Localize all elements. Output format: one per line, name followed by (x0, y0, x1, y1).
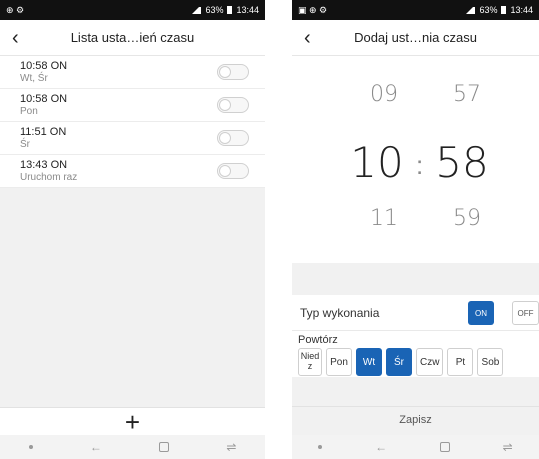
nav-home-icon[interactable] (159, 442, 170, 452)
list-item[interactable]: 11:51 ON Śr (0, 122, 265, 155)
execution-type-label: Typ wykonania (300, 305, 380, 320)
toggle-knob (219, 66, 231, 78)
item-days: Śr (20, 138, 30, 150)
add-bar: + (0, 407, 265, 435)
minute-selected[interactable]: 58 (432, 138, 492, 187)
minute-prev[interactable]: 57 (437, 82, 497, 107)
day-friday[interactable]: Pt (447, 348, 474, 376)
item-time: 13:43 ON (20, 159, 68, 172)
nav-back-icon[interactable]: ← (90, 440, 102, 454)
back-icon[interactable]: ‹ (12, 20, 19, 56)
day-saturday[interactable]: Sob (477, 348, 504, 376)
status-bar: ⊕ ⚙ 63% 13:44 (0, 0, 265, 20)
execution-type-row: Typ wykonania ON OFF (292, 295, 539, 331)
page-title: Lista usta…ień czasu (70, 30, 195, 45)
system-nav-bar: ← ⇌ (0, 435, 265, 459)
list-item[interactable]: 10:58 ON Wt, Śr (0, 56, 265, 89)
signal-icon (466, 6, 476, 14)
off-button[interactable]: OFF (512, 301, 539, 325)
item-days: Pon (20, 105, 38, 117)
status-icons: ▣ ⊕ ⚙ (298, 4, 328, 15)
hour-prev[interactable]: 09 (354, 82, 414, 107)
save-button[interactable]: Zapisz (292, 406, 539, 433)
day-monday[interactable]: Pon (326, 348, 352, 376)
status-bar: ▣ ⊕ ⚙ 63% 13:44 (292, 0, 539, 20)
hour-selected[interactable]: 10 (347, 138, 407, 187)
divider (292, 263, 539, 295)
toggle-knob (219, 132, 231, 144)
hour-next[interactable]: 11 (354, 206, 414, 231)
day-thursday[interactable]: Czw (416, 348, 444, 376)
time-separator: : (416, 150, 424, 180)
app-bar: ‹ Lista usta…ień czasu (0, 20, 265, 56)
weekday-selector: Nied z Pon Wt Śr Czw Pt Sob (298, 348, 533, 376)
status-icons: ⊕ ⚙ (6, 4, 25, 15)
list-item[interactable]: 10:58 ON Pon (0, 89, 265, 122)
status-time: 13:44 (510, 5, 533, 15)
battery-icon (227, 6, 233, 14)
nav-recent-icon[interactable]: ⇌ (226, 440, 236, 454)
repeat-label: Powtórz (298, 334, 338, 346)
day-sunday[interactable]: Nied z (298, 348, 322, 376)
page-title: Dodaj ust…nia czasu (354, 30, 477, 45)
nav-dot-icon (28, 445, 33, 449)
minute-next[interactable]: 59 (437, 206, 497, 231)
nav-dot-icon (318, 445, 323, 449)
item-time: 10:58 ON (20, 93, 68, 106)
battery-icon (501, 6, 507, 14)
item-time: 10:58 ON (20, 60, 68, 73)
app-bar: ‹ Dodaj ust…nia czasu (292, 20, 539, 56)
schedule-list: 10:58 ON Wt, Śr 10:58 ON Pon 11:51 ON Śr… (0, 56, 265, 188)
add-button[interactable]: + (125, 409, 140, 435)
alarm-list-screen: ⊕ ⚙ 63% 13:44 ‹ Lista usta…ień czasu 10:… (0, 0, 265, 459)
nav-home-icon[interactable] (439, 442, 450, 452)
signal-icon (192, 6, 202, 14)
battery-percent: 63% (205, 5, 224, 15)
enable-toggle[interactable] (217, 130, 249, 146)
item-days: Wt, Śr (20, 72, 48, 84)
enable-toggle[interactable] (217, 64, 249, 80)
enable-toggle[interactable] (217, 97, 249, 113)
item-time: 11:51 ON (20, 126, 67, 139)
back-icon[interactable]: ‹ (304, 20, 311, 56)
day-tuesday[interactable]: Wt (356, 348, 382, 376)
repeat-section: Powtórz Nied z Pon Wt Śr Czw Pt Sob (292, 331, 539, 377)
item-days: Uruchom raz (20, 171, 78, 183)
on-button[interactable]: ON (468, 301, 494, 325)
toggle-knob (219, 99, 231, 111)
system-nav-bar: ← ⇌ (292, 435, 539, 459)
enable-toggle[interactable] (217, 163, 249, 179)
add-schedule-screen: ▣ ⊕ ⚙ 63% 13:44 ‹ Dodaj ust…nia czasu 09… (292, 0, 539, 459)
nav-back-icon[interactable]: ← (375, 440, 387, 454)
list-item[interactable]: 13:43 ON Uruchom raz (0, 155, 265, 188)
nav-recent-icon[interactable]: ⇌ (503, 440, 513, 454)
time-picker: 09 57 10 : 58 11 59 (292, 56, 539, 263)
status-time: 13:44 (236, 5, 259, 15)
battery-percent: 63% (479, 5, 498, 15)
day-wednesday[interactable]: Śr (386, 348, 412, 376)
toggle-knob (219, 165, 231, 177)
